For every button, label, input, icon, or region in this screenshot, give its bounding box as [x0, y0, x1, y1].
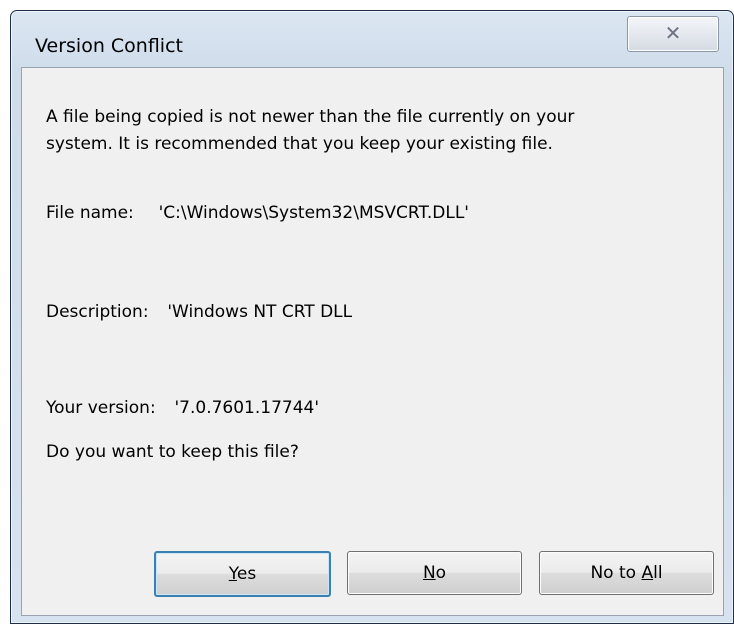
version-row: Your version: '7.0.7601.17744' — [46, 398, 319, 418]
yes-accelerator: Y — [228, 564, 237, 584]
version-label: Your version: — [46, 398, 156, 418]
message-line-1: A file being copied is not newer than th… — [46, 107, 575, 127]
description-value: 'Windows NT CRT DLL — [167, 302, 353, 322]
no-to-all-label-prefix: No to — [590, 563, 642, 583]
no-to-all-button[interactable]: No to All — [539, 551, 714, 595]
file-name-row: File name: 'C:\Windows\System32\MSVCRT.D… — [46, 203, 469, 223]
keep-question: Do you want to keep this file? — [46, 442, 299, 462]
no-to-all-accelerator: A — [641, 563, 654, 583]
file-name-label: File name: — [46, 203, 134, 223]
no-label-suffix: o — [435, 563, 447, 583]
no-accelerator: N — [422, 563, 436, 583]
dialog-title: Version Conflict — [35, 35, 183, 57]
dialog-body: A file being copied is not newer than th… — [21, 67, 724, 616]
version-value: '7.0.7601.17744' — [174, 398, 320, 418]
description-label: Description: — [46, 302, 149, 322]
file-name-value: 'C:\Windows\System32\MSVCRT.DLL' — [158, 203, 469, 223]
close-icon: ✕ — [664, 21, 682, 45]
yes-label-suffix: es — [236, 564, 257, 584]
close-button[interactable]: ✕ — [627, 16, 719, 52]
no-to-all-label-suffix: ll — [653, 563, 663, 583]
message-line-2: system. It is recommended that you keep … — [46, 134, 553, 154]
dialog-window: Version Conflict ✕ A file being copied i… — [10, 10, 734, 624]
yes-button[interactable]: Yes — [154, 551, 331, 597]
description-row: Description: 'Windows NT CRT DLL — [46, 302, 352, 322]
conflict-message: A file being copied is not newer than th… — [46, 104, 686, 158]
title-bar[interactable]: Version Conflict ✕ — [11, 11, 733, 67]
no-button[interactable]: No — [347, 551, 522, 595]
